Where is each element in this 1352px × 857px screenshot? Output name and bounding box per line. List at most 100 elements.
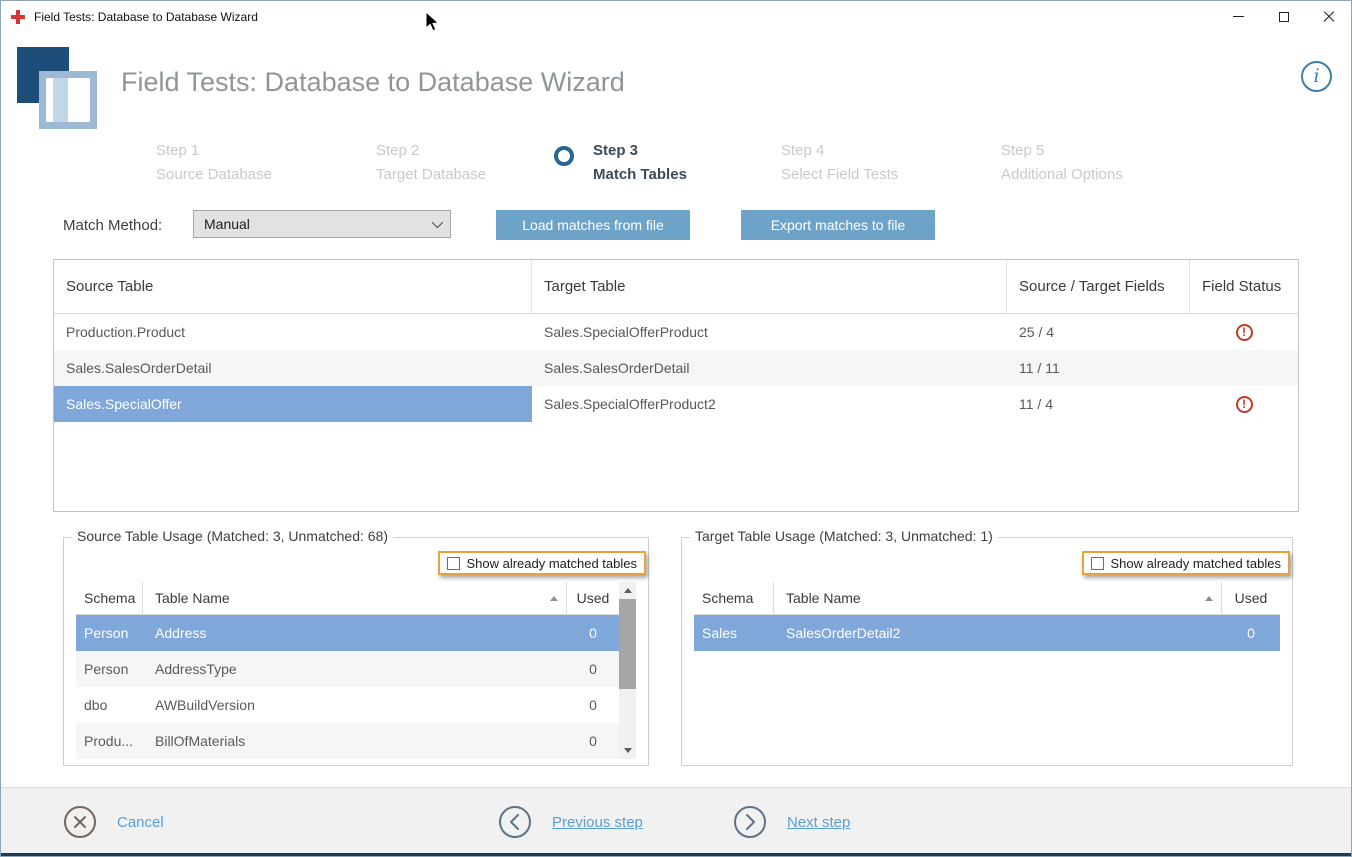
- page-title: Field Tests: Database to Database Wizard: [121, 67, 625, 98]
- used-cell[interactable]: 0: [567, 723, 619, 759]
- target-table-cell[interactable]: Sales.SpecialOfferProduct: [532, 314, 1007, 350]
- target-usage-title: Target Table Usage (Matched: 3, Unmatche…: [690, 528, 998, 544]
- checkbox-label: Show already matched tables: [466, 556, 637, 571]
- step-5-additional-options: Step 5 Additional Options: [1001, 139, 1123, 187]
- sort-ascending-icon: [1205, 596, 1213, 601]
- column-header-field-status: Field Status: [1190, 260, 1298, 313]
- used-cell[interactable]: 0: [567, 615, 619, 651]
- source-show-matched-checkbox[interactable]: Show already matched tables: [438, 551, 646, 575]
- target-usage-table: Schema Table Name Used Sales SalesOrderD…: [694, 582, 1280, 651]
- step-label: Target Database: [376, 163, 486, 187]
- scroll-down-icon: [624, 748, 632, 753]
- column-header-source-target-fields: Source / Target Fields: [1007, 260, 1190, 313]
- table-row-selected[interactable]: Sales.SpecialOffer Sales.SpecialOfferPro…: [54, 386, 1298, 422]
- window-controls: [1216, 1, 1351, 32]
- column-header-target-table: Target Table: [532, 260, 1007, 313]
- step-label: Match Tables: [593, 163, 687, 187]
- match-method-select[interactable]: Manual: [193, 210, 451, 238]
- column-header-used[interactable]: Used: [567, 582, 619, 615]
- scrollbar-thumb[interactable]: [619, 599, 636, 689]
- schema-cell[interactable]: Produ...: [76, 723, 143, 759]
- checkbox-label: Show already matched tables: [1110, 556, 1281, 571]
- minimize-button[interactable]: [1216, 1, 1261, 32]
- table-name-cell[interactable]: AddressType: [143, 651, 567, 687]
- column-header-used[interactable]: Used: [1222, 582, 1280, 615]
- column-header-table-name[interactable]: Table Name: [143, 582, 567, 615]
- next-step-label: Next step: [787, 814, 850, 831]
- matches-table-header: Source Table Target Table Source / Targe…: [54, 260, 1298, 314]
- maximize-button[interactable]: [1261, 1, 1306, 32]
- step-number: Step 5: [1001, 139, 1123, 163]
- footer-bar: Cancel Previous step Next step: [1, 787, 1351, 855]
- next-step-button[interactable]: Next step: [733, 805, 850, 839]
- match-method-value: Manual: [204, 216, 432, 232]
- maximize-icon: [1279, 12, 1289, 22]
- previous-step-button[interactable]: Previous step: [498, 805, 643, 839]
- field-status-error-icon: [1236, 396, 1253, 413]
- wizard-window: Field Tests: Database to Database Wizard…: [0, 0, 1352, 857]
- table-name-cell[interactable]: AWBuildVersion: [143, 687, 567, 723]
- schema-cell[interactable]: dbo: [76, 687, 143, 723]
- schema-cell[interactable]: Person: [76, 651, 143, 687]
- close-button[interactable]: [1306, 1, 1351, 32]
- window-title: Field Tests: Database to Database Wizard: [34, 10, 258, 24]
- info-icon[interactable]: i: [1301, 61, 1332, 92]
- step-number: Step 2: [376, 139, 486, 163]
- match-method-label: Match Method:: [63, 217, 162, 234]
- source-table-usage-group: Source Table Usage (Matched: 3, Unmatche…: [63, 537, 649, 766]
- table-name-cell[interactable]: SalesOrderDetail2: [774, 615, 1222, 651]
- scroll-up-button[interactable]: [619, 582, 636, 599]
- column-header-source-table: Source Table: [54, 260, 532, 313]
- source-usage-table: Schema Table Name Used Person Address 0 …: [76, 582, 636, 759]
- close-icon: [1323, 11, 1335, 23]
- step-label: Select Field Tests: [781, 163, 898, 187]
- step-number: Step 4: [781, 139, 898, 163]
- target-table-cell[interactable]: Sales.SalesOrderDetail: [532, 350, 1007, 386]
- step-1-source-database: Step 1 Source Database: [156, 139, 272, 187]
- column-header-schema[interactable]: Schema: [76, 582, 143, 615]
- cancel-button[interactable]: Cancel: [63, 805, 164, 839]
- target-table-usage-group: Target Table Usage (Matched: 3, Unmatche…: [681, 537, 1293, 766]
- step-2-target-database: Step 2 Target Database: [376, 139, 486, 187]
- target-show-matched-checkbox[interactable]: Show already matched tables: [1082, 551, 1290, 575]
- window-bottom-edge: [1, 853, 1351, 856]
- chevron-left-circle-icon: [498, 805, 532, 839]
- export-matches-button[interactable]: Export matches to file: [741, 210, 935, 240]
- column-header-table-name[interactable]: Table Name: [774, 582, 1222, 615]
- chevron-down-icon: [432, 217, 443, 228]
- minimize-icon: [1233, 16, 1244, 17]
- chevron-right-circle-icon: [733, 805, 767, 839]
- matches-table: Source Table Target Table Source / Targe…: [53, 259, 1299, 512]
- source-table-cell-selected[interactable]: Sales.SpecialOffer: [54, 386, 532, 422]
- used-cell[interactable]: 0: [1222, 615, 1280, 651]
- scroll-up-icon: [624, 588, 632, 593]
- scroll-down-button[interactable]: [619, 742, 636, 759]
- used-cell[interactable]: 0: [567, 687, 619, 723]
- sort-ascending-icon: [550, 596, 558, 601]
- step-3-match-tables-active: Step 3 Match Tables: [554, 139, 687, 187]
- schema-cell[interactable]: Person: [76, 615, 143, 651]
- app-red-cross-icon: [10, 9, 26, 25]
- previous-step-label: Previous step: [552, 814, 643, 831]
- table-row[interactable]: Production.Product Sales.SpecialOfferPro…: [54, 314, 1298, 350]
- x-circle-icon: [63, 805, 97, 839]
- source-usage-title: Source Table Usage (Matched: 3, Unmatche…: [72, 528, 393, 544]
- step-label: Additional Options: [1001, 163, 1123, 187]
- schema-cell[interactable]: Sales: [694, 615, 774, 651]
- table-row[interactable]: Sales.SalesOrderDetail Sales.SalesOrderD…: [54, 350, 1298, 386]
- checkbox-icon: [1091, 557, 1104, 570]
- target-table-cell[interactable]: Sales.SpecialOfferProduct2: [532, 386, 1007, 422]
- source-table-cell[interactable]: Production.Product: [54, 314, 532, 350]
- step-4-select-field-tests: Step 4 Select Field Tests: [781, 139, 898, 187]
- used-cell[interactable]: 0: [567, 651, 619, 687]
- table-name-cell[interactable]: Address: [143, 615, 567, 651]
- field-status-error-icon: [1236, 324, 1253, 341]
- column-header-schema[interactable]: Schema: [694, 582, 774, 615]
- load-matches-button[interactable]: Load matches from file: [496, 210, 690, 240]
- table-name-cell[interactable]: BillOfMaterials: [143, 723, 567, 759]
- fields-count-cell: 11 / 11: [1007, 350, 1190, 386]
- source-table-cell[interactable]: Sales.SalesOrderDetail: [54, 350, 532, 386]
- vertical-scrollbar[interactable]: [619, 582, 636, 759]
- step-number: Step 1: [156, 139, 272, 163]
- fields-count-cell: 25 / 4: [1007, 314, 1190, 350]
